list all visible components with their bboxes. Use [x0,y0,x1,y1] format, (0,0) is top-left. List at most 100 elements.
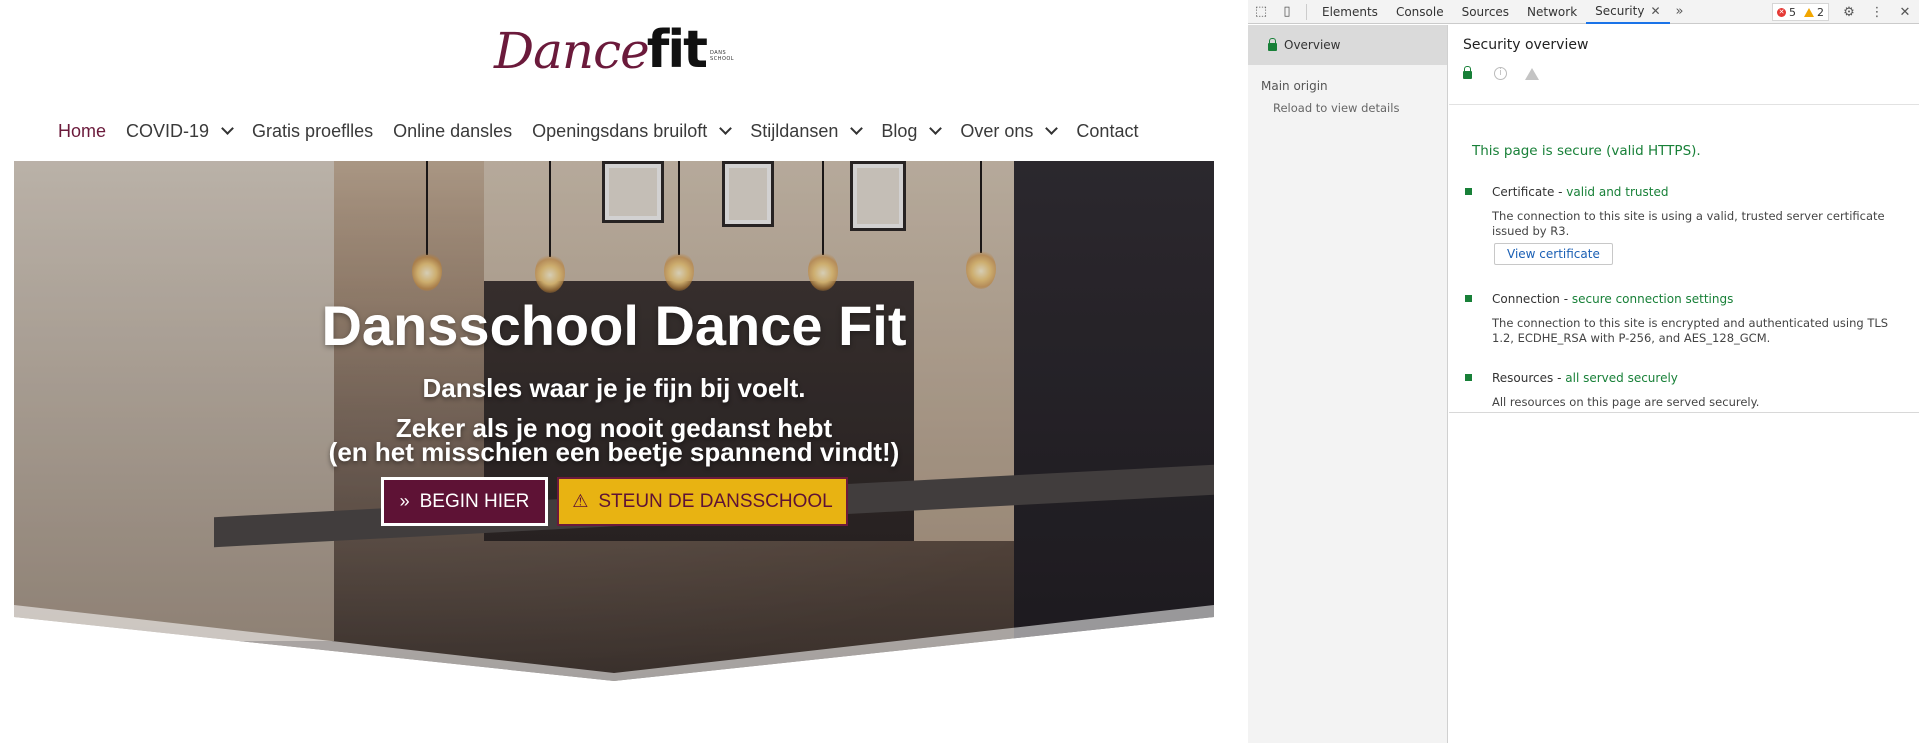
certificate-status: valid and trusted [1566,185,1669,199]
nav-label: Over ons [960,120,1034,141]
resources-section: Resources - all served securely All reso… [1465,371,1905,410]
connection-heading: Connection - secure connection settings [1492,292,1905,306]
tab-elements[interactable]: Elements [1313,0,1387,24]
sidebar-item-reload[interactable]: Reload to view details [1248,93,1447,115]
close-devtools-icon[interactable]: ✕ [1891,0,1919,24]
lock-icon [1268,37,1277,51]
logo-bold-text: fit [646,20,708,80]
chevron-down-icon [221,122,234,135]
website-viewport: Dance fit DANS SCHOOL Home COVID-19 Grat… [0,0,1230,743]
tab-security[interactable]: Security ✕ [1586,0,1670,24]
warning-icon [1525,67,1539,80]
sidebar-overview-label: Overview [1284,38,1341,52]
resources-status: all served securely [1565,371,1678,385]
toolbar-divider [1306,3,1307,20]
tab-label: Network [1527,4,1578,19]
hero-subtitle: Dansles waar je je fijn bij voelt. [422,373,806,403]
hero-subtitle: (en het misschien een beetje spannend vi… [328,437,900,467]
chevron-down-icon [1045,122,1059,135]
nav-label: Gratis proeflles [252,120,374,141]
tab-label: Security [1595,3,1645,18]
begin-hier-button[interactable]: » BEGIN HIER [381,477,548,526]
nav-item-covid[interactable]: COVID-19 [126,120,234,142]
tab-console[interactable]: Console [1387,0,1453,24]
certificate-heading: Certificate - valid and trusted [1492,185,1905,199]
view-certificate-button[interactable]: View certificate [1494,243,1613,265]
tab-label: Elements [1322,4,1378,19]
more-tabs-icon[interactable]: » [1670,4,1690,19]
resources-label: Resources - [1492,371,1566,385]
nav-label: Home [58,120,107,141]
warning-icon: ⚠ [572,491,589,511]
hero-bottom-divider [14,561,1214,681]
logo-script-text: Dance [494,22,650,80]
nav-item-home[interactable]: Home [58,121,106,142]
nav-label: Stijldansen [750,120,839,141]
issues-counter[interactable]: ✕ 5 2 [1772,3,1829,21]
inspect-element-icon[interactable]: ⬚ [1248,0,1274,24]
chevron-down-icon [719,122,733,135]
certificate-label: Certificate - [1492,185,1567,199]
secure-status-message: This page is secure (valid HTTPS). [1472,143,1701,159]
security-summary-icons: i [1463,66,1539,80]
device-toolbar-icon[interactable]: ▯ [1274,0,1300,24]
error-icon: ✕ [1777,7,1786,17]
sidebar-item-overview[interactable]: Overview [1248,25,1447,65]
resources-heading: Resources - all served securely [1492,371,1905,385]
devtools-panel: ⬚ ▯ Elements Console Sources Network Sec… [1230,0,1919,743]
divider [1449,104,1919,105]
screen: Dance fit DANS SCHOOL Home COVID-19 Grat… [0,0,1919,743]
certificate-description: The connection to this site is using a v… [1492,209,1885,238]
security-overview-title: Security overview [1463,37,1589,53]
security-sidebar: Overview Main origin Reload to view deta… [1248,25,1448,743]
nav-label: COVID-19 [126,120,210,141]
chevron-down-icon [929,122,943,135]
hero-title: Dansschool Dance Fit [321,294,907,357]
nav-item-stijldansen[interactable]: Stijldansen [750,120,864,142]
chevron-down-icon [850,122,864,135]
nav-item-online-dansles[interactable]: Online dansles [393,121,512,142]
resources-description: All resources on this page are served se… [1492,395,1760,409]
steun-dansschool-button[interactable]: ⚠ STEUN DE DANSSCHOOL [557,477,848,526]
site-logo[interactable]: Dance fit DANS SCHOOL [494,18,734,76]
toolbar-right-actions: ⚙ ⋮ ✕ [1835,0,1919,24]
settings-gear-icon[interactable]: ⚙ [1835,0,1863,24]
warning-count: 2 [1817,5,1824,19]
connection-description: The connection to this site is encrypted… [1492,316,1889,345]
nav-item-gratis-proefles[interactable]: Gratis proeflles [252,121,373,142]
nav-label: Online dansles [393,120,513,141]
warning-icon [1804,7,1814,17]
begin-hier-label: BEGIN HIER [419,490,530,512]
status-square-icon [1465,295,1472,302]
tab-label: Console [1395,4,1444,19]
devtools-toolbar: ⬚ ▯ Elements Console Sources Network Sec… [1248,0,1919,24]
certificate-section: Certificate - valid and trusted The conn… [1465,185,1905,265]
tab-network[interactable]: Network [1518,0,1586,24]
status-square-icon [1465,188,1472,195]
security-overview-main: Security overview i This page is secure … [1449,25,1919,743]
nav-label: Blog [881,120,918,141]
steun-dansschool-label: STEUN DE DANSSCHOOL [598,490,833,512]
tab-label: Sources [1461,4,1510,19]
logo-tagline: DANS SCHOOL [710,50,735,62]
status-square-icon [1465,374,1472,381]
connection-section: Connection - secure connection settings … [1465,292,1905,346]
kebab-menu-icon[interactable]: ⋮ [1863,0,1891,24]
info-icon: i [1494,67,1507,80]
hero-section: Dansschool Dance Fit Dansles waar je je … [14,161,1214,681]
nav-item-blog[interactable]: Blog [881,120,943,142]
nav-item-over-ons[interactable]: Over ons [960,120,1059,142]
lock-icon [1463,66,1472,79]
hero-divider-shape [14,605,1214,681]
nav-item-openingsdans[interactable]: Openingsdans bruiloft [532,120,733,142]
close-tab-icon[interactable]: ✕ [1650,4,1660,18]
nav-label: Contact [1076,120,1139,141]
connection-status: secure connection settings [1571,292,1734,306]
double-chevron-right-icon: » [399,491,410,511]
nav-label: Openingsdans bruiloft [532,120,708,141]
main-nav: Home COVID-19 Gratis proeflles Online da… [58,118,1158,144]
nav-item-contact[interactable]: Contact [1076,121,1138,142]
sidebar-main-origin-heading: Main origin [1261,79,1328,93]
error-count: 5 [1789,5,1796,19]
tab-sources[interactable]: Sources [1453,0,1518,24]
